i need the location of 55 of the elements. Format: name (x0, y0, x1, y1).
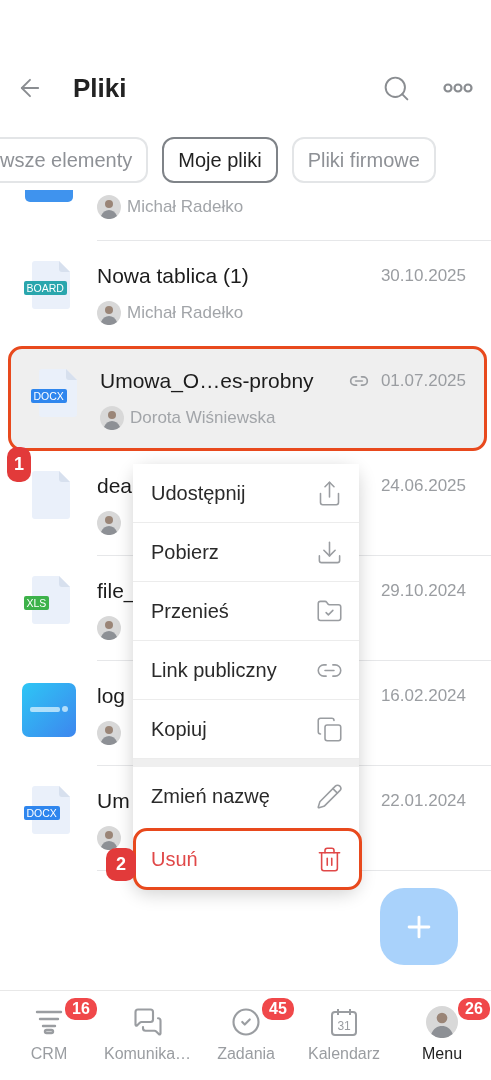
step-marker: 2 (106, 848, 136, 881)
file-date: 24.06.2025 (380, 476, 466, 496)
author-name: Michał Radełko (127, 197, 244, 217)
nav-tab[interactable]: 16 CRM (0, 991, 98, 1080)
file-type-badge: BOARD (23, 281, 67, 295)
menu-item[interactable]: Usuń (133, 828, 362, 890)
avatar (100, 406, 124, 430)
step-marker: 1 (7, 447, 31, 482)
more-button[interactable] (443, 83, 473, 93)
count-badge: 45 (260, 996, 296, 1022)
file-name: log (97, 684, 126, 708)
file-type-badge: DOCX (30, 389, 67, 403)
file-date: 01.07.2025 (380, 371, 466, 391)
copy-icon (316, 715, 343, 743)
menu-item[interactable]: Pobierz (133, 523, 359, 582)
file-row[interactable]: BOARD Nowa tablica (1) 30.10.2025 Michał Radełko (0, 241, 491, 346)
author-name: Michał Radełko (127, 303, 244, 323)
menu-item[interactable]: Przenieś (133, 582, 359, 641)
page-title: Pliki (73, 72, 128, 104)
file-name: Nowa tablica (1) (97, 264, 249, 288)
avatar (97, 195, 121, 219)
trash-icon (316, 845, 343, 873)
file-type-badge: XLS (23, 596, 50, 610)
menu-item[interactable]: Udostępnij (133, 464, 359, 523)
funnel-icon (35, 1009, 63, 1035)
file-name: dea (97, 474, 133, 498)
filter-chip[interactable]: Moje pliki (162, 137, 278, 183)
avatar (97, 721, 121, 745)
pencil-icon (316, 783, 343, 810)
chat-icon (132, 1007, 163, 1037)
avatar (97, 616, 121, 640)
avatar (97, 301, 121, 325)
file-date: 22.01.2024 (380, 791, 466, 811)
file-date: 30.10.2025 (380, 266, 466, 286)
avatar (97, 826, 121, 850)
nav-tab[interactable]: 45 Zadania (197, 991, 296, 1080)
selected-file-row[interactable]: DOCX Umowa_O…es-probny 01.07.2025 Dorota Wiśniewska (8, 346, 487, 451)
menu-item[interactable]: Link publiczny (133, 641, 359, 700)
avatar (426, 1006, 459, 1038)
file-name: Um (97, 789, 130, 813)
nav-tab[interactable]: 26 Menu (393, 991, 491, 1080)
file-name: Umowa_O…es-probny (100, 369, 314, 393)
menu-item[interactable]: Zmień nazwę (133, 767, 359, 826)
file-date: 29.10.2024 (380, 581, 466, 601)
count-badge: 16 (63, 996, 99, 1022)
file-type-badge: DOCX (23, 806, 60, 820)
file-icon (24, 190, 73, 204)
file-date: 16.02.2024 (380, 686, 466, 706)
menu-item[interactable]: Kopiuj (133, 700, 359, 759)
avatar (97, 511, 121, 535)
author-name: Dorota Wiśniewska (130, 408, 276, 428)
file-name: file_ (97, 579, 136, 603)
count-badge: 26 (456, 996, 491, 1022)
file-icon (31, 471, 70, 519)
check-circle-icon (231, 1007, 262, 1037)
